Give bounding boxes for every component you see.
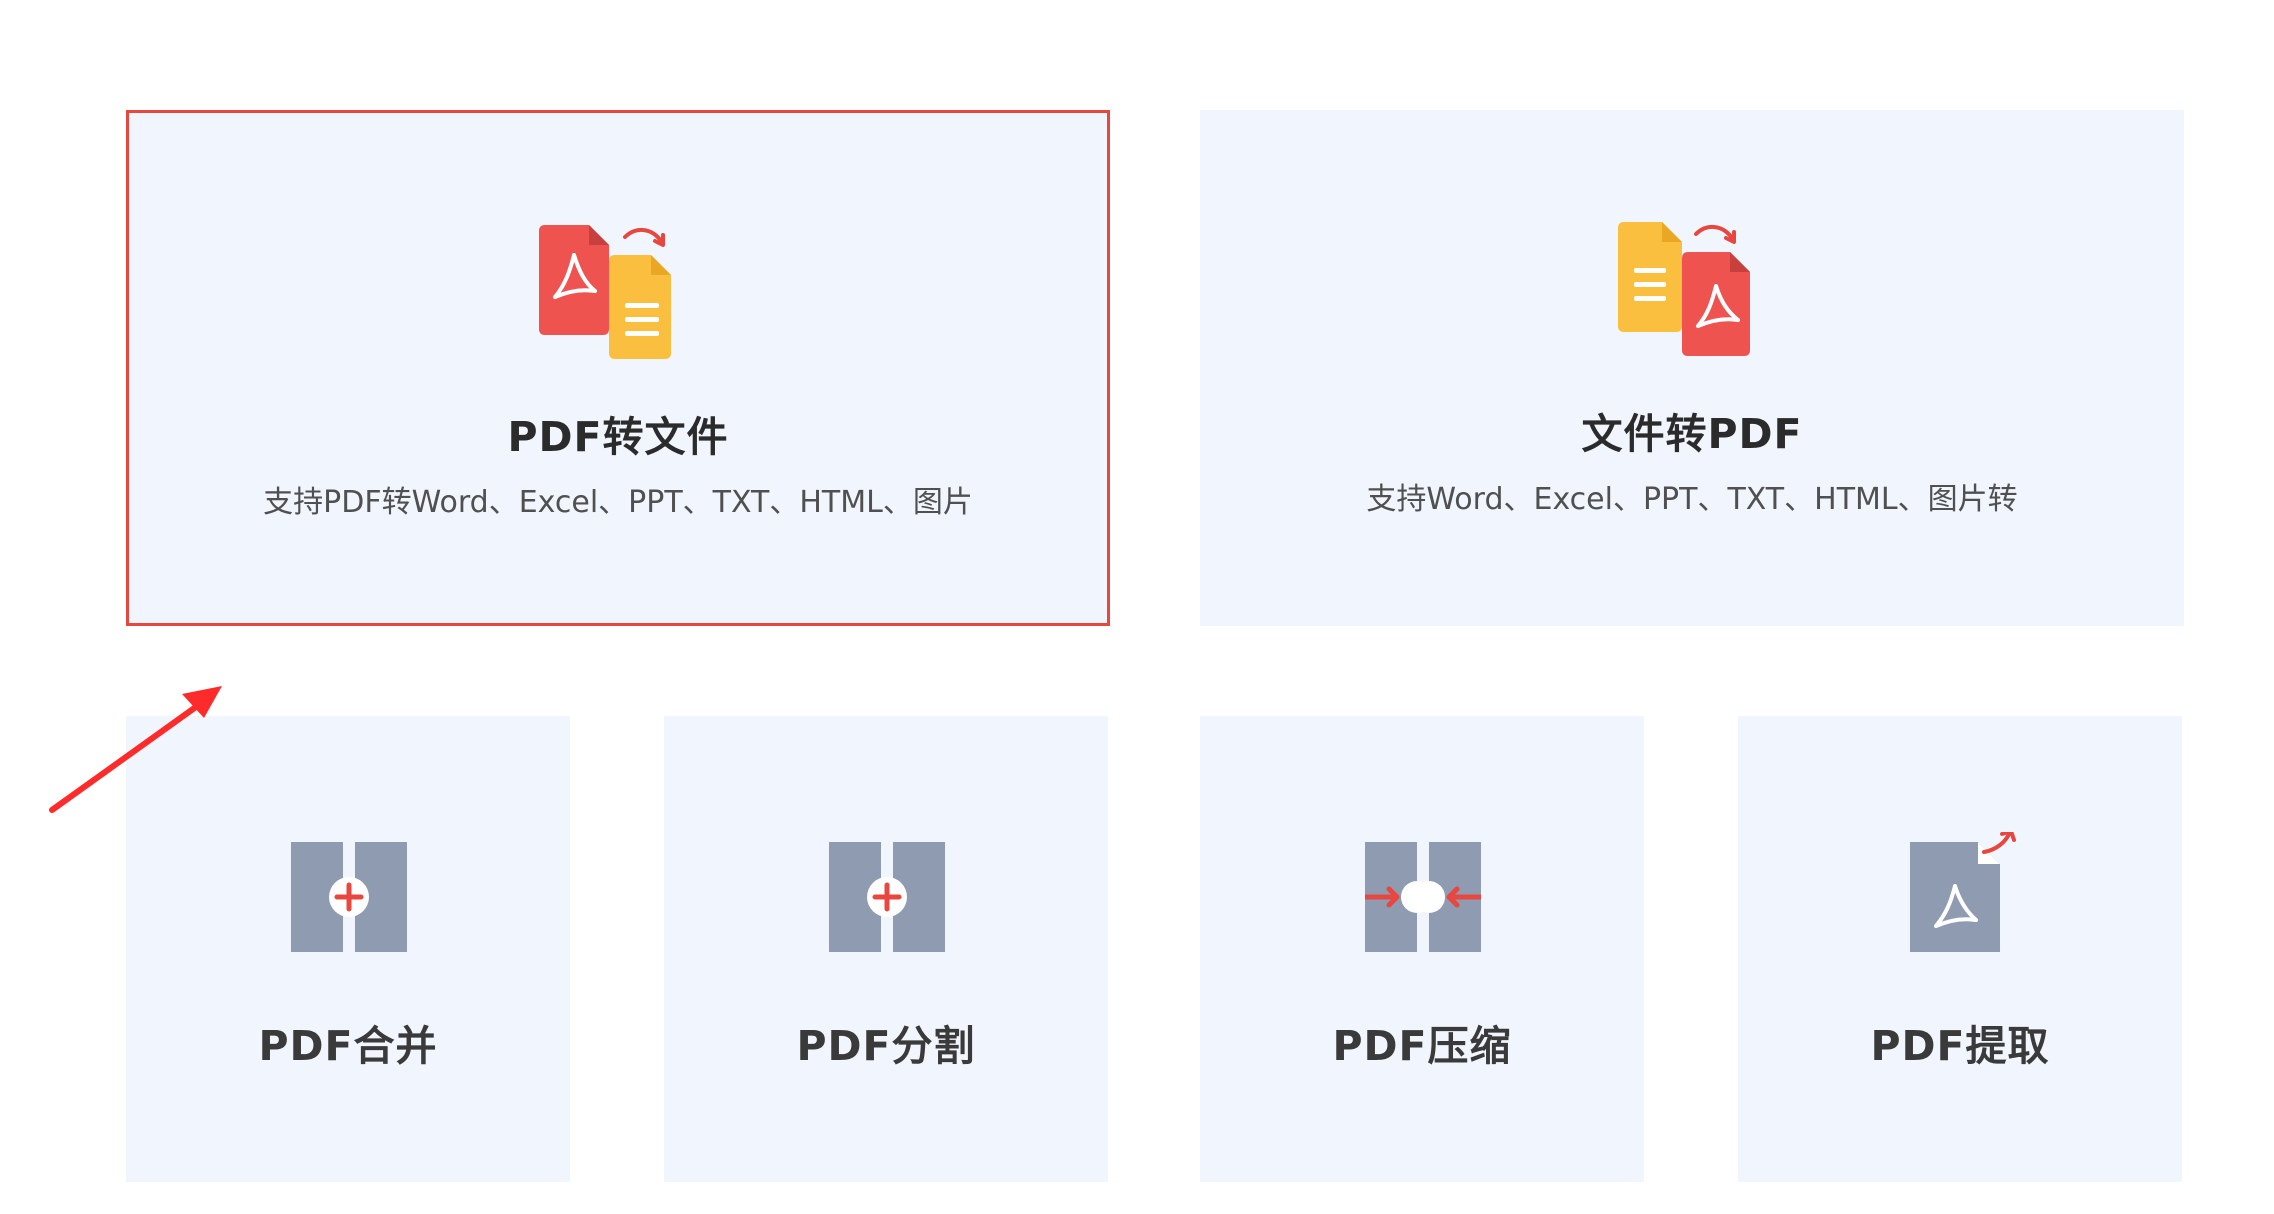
annotation-arrow (49, 686, 222, 813)
